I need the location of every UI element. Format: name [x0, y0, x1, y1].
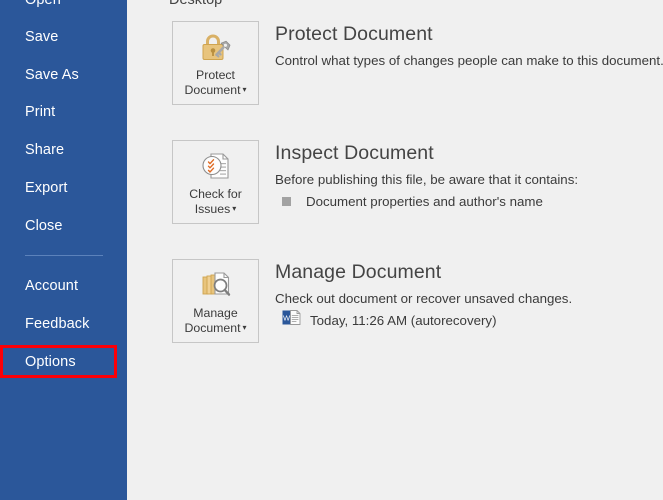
inspect-document-finding: Document properties and author's name — [282, 194, 543, 209]
sidebar-item-close[interactable]: Close — [0, 213, 127, 239]
autorecovery-file-item[interactable]: W Today, 11:26 AM (autorecovery) — [282, 309, 497, 331]
manage-document-description: Check out document or recover unsaved ch… — [275, 291, 573, 306]
issues-label-text: Issues — [194, 202, 231, 216]
inspect-document-finding-text: Document properties and author's name — [306, 194, 543, 209]
document-check-icon — [199, 150, 233, 182]
manage-document-button-label-line2: Document ▾ — [173, 321, 258, 336]
check-for-issues-button[interactable]: Check for Issues ▾ — [172, 140, 259, 224]
chevron-down-icon[interactable]: ▾ — [243, 85, 247, 94]
chevron-down-icon[interactable]: ▾ — [232, 204, 236, 213]
word-backstage-info-screen: Open Save Save As Print Share Export Clo… — [0, 0, 663, 500]
backstage-sidebar: Open Save Save As Print Share Export Clo… — [0, 0, 127, 500]
inspect-document-title: Inspect Document — [275, 142, 434, 164]
protect-document-button-label-line1: Protect — [196, 68, 235, 82]
manage-document-title: Manage Document — [275, 261, 442, 283]
svg-text:W: W — [283, 314, 291, 323]
manage-document-button-label-line1: Manage — [193, 306, 238, 320]
sidebar-item-print[interactable]: Print — [0, 99, 127, 125]
square-bullet-icon — [282, 197, 291, 206]
protect-label-text: Document — [184, 83, 241, 97]
sidebar-item-open[interactable]: Open — [0, 0, 127, 13]
protect-document-title: Protect Document — [275, 23, 433, 45]
manage-document-button[interactable]: Manage Document ▾ — [172, 259, 259, 343]
sidebar-item-account[interactable]: Account — [0, 273, 127, 299]
protect-document-description: Control what types of changes people can… — [275, 53, 663, 68]
breadcrumb-path: Desktop — [169, 0, 223, 8]
protect-document-button[interactable]: Protect Document ▾ — [172, 21, 259, 105]
documents-magnifier-icon — [199, 269, 233, 301]
inspect-document-description: Before publishing this file, be aware th… — [275, 172, 579, 187]
autorecovery-file-label: Today, 11:26 AM (autorecovery) — [310, 312, 497, 328]
word-document-icon: W — [282, 309, 301, 331]
manage-label-text: Document — [184, 321, 241, 335]
check-for-issues-button-label-line2: Issues ▾ — [173, 202, 258, 217]
sidebar-item-save-as[interactable]: Save As — [0, 62, 127, 88]
protect-document-button-label-line2: Document ▾ — [173, 83, 258, 98]
sidebar-item-export[interactable]: Export — [0, 175, 127, 201]
sidebar-item-save[interactable]: Save — [0, 24, 127, 50]
padlock-key-icon — [199, 31, 233, 63]
sidebar-item-feedback[interactable]: Feedback — [0, 311, 127, 337]
options-highlight-box — [0, 345, 117, 378]
check-for-issues-button-label-line1: Check for — [189, 187, 242, 201]
info-pane: Desktop Protect Document ▾ Protect Docum… — [127, 0, 663, 500]
sidebar-divider — [25, 255, 103, 256]
chevron-down-icon[interactable]: ▾ — [243, 323, 247, 332]
sidebar-item-share[interactable]: Share — [0, 137, 127, 163]
